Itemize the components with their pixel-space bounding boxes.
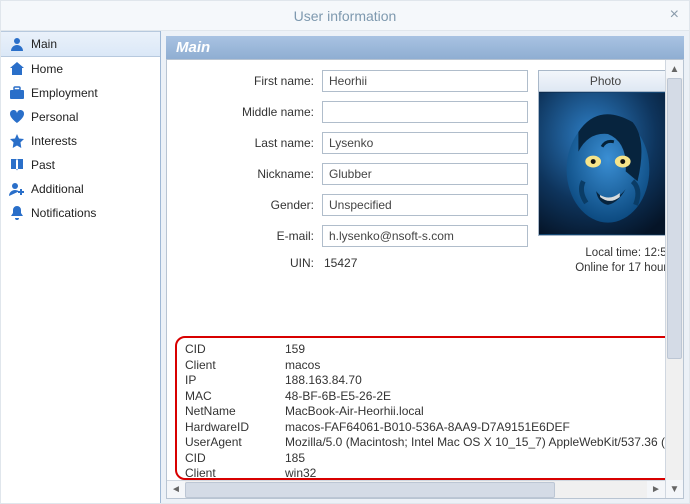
sidebar-item-employment[interactable]: Employment <box>1 81 160 105</box>
briefcase-icon <box>9 85 25 101</box>
detail-row: UserAgentMozilla/5.0 (Macintosh; Intel M… <box>185 435 665 451</box>
sidebar-item-label: Personal <box>31 110 78 124</box>
detail-row: CID185 <box>185 451 665 467</box>
detail-value: 185 <box>285 451 665 467</box>
sidebar-item-notifications[interactable]: Notifications <box>1 201 160 225</box>
sidebar-item-label: Main <box>31 37 57 51</box>
middle-name-label: Middle name: <box>177 105 322 119</box>
panel-title: Main <box>166 36 684 59</box>
sidebar-item-label: Interests <box>31 134 77 148</box>
avatar <box>538 92 673 236</box>
detail-row: Clientwin32 <box>185 466 665 480</box>
connection-details: CID159ClientmacosIP188.163.84.70MAC48-BF… <box>175 336 675 480</box>
sidebar-item-label: Past <box>31 158 55 172</box>
local-time: Local time: 12:57 <box>538 246 673 261</box>
detail-key: Client <box>185 358 285 374</box>
detail-value: 48-BF-6B-E5-26-2E <box>285 389 665 405</box>
detail-key: MAC <box>185 389 285 405</box>
detail-key: CID <box>185 342 285 358</box>
first-name-label: First name: <box>177 74 322 88</box>
detail-row: HardwareIDmacos-FAF64061-B010-536A-8AA9-… <box>185 420 665 436</box>
scroll-right-icon[interactable]: ► <box>647 481 665 499</box>
content-area: Main First name: Middle name: Last name:… <box>161 31 689 503</box>
detail-row: CID159 <box>185 342 665 358</box>
time-info: Local time: 12:57 Online for 17 hours <box>538 246 673 276</box>
detail-row: NetNameMacBook-Air-Heorhii.local <box>185 404 665 420</box>
detail-row: MAC48-BF-6B-E5-26-2E <box>185 389 665 405</box>
vertical-scrollbar[interactable]: ▲ ▼ <box>665 60 683 498</box>
star-icon <box>9 133 25 149</box>
bell-icon <box>9 205 25 221</box>
uin-value: 15427 <box>322 256 357 270</box>
detail-value: 188.163.84.70 <box>285 373 665 389</box>
detail-key: Client <box>185 466 285 480</box>
photo-area: Photo <box>538 70 673 276</box>
sidebar-item-additional[interactable]: Additional <box>1 177 160 201</box>
detail-row: Clientmacos <box>185 358 665 374</box>
person-icon <box>9 36 25 52</box>
sidebar-item-label: Employment <box>31 86 98 100</box>
sidebar-item-past[interactable]: Past <box>1 153 160 177</box>
gender-label: Gender: <box>177 198 322 212</box>
detail-key: IP <box>185 373 285 389</box>
nickname-field[interactable] <box>322 163 528 185</box>
horizontal-scrollbar[interactable]: ◄ ► <box>167 480 665 498</box>
detail-key: CID <box>185 451 285 467</box>
panel-body: First name: Middle name: Last name: Nick… <box>166 59 684 499</box>
sidebar-item-label: Home <box>31 62 63 76</box>
detail-value: win32 <box>285 466 665 480</box>
book-icon <box>9 157 25 173</box>
scroll-down-icon[interactable]: ▼ <box>666 480 683 498</box>
vscroll-thumb[interactable] <box>667 78 682 359</box>
window-title: User information <box>294 8 397 24</box>
online-duration: Online for 17 hours <box>538 261 673 276</box>
sidebar-item-label: Additional <box>31 182 84 196</box>
sidebar-item-home[interactable]: Home <box>1 57 160 81</box>
sidebar: Main Home Employment Personal Interests Past A… <box>1 31 161 503</box>
home-icon <box>9 61 25 77</box>
hscroll-thumb[interactable] <box>185 482 555 498</box>
email-field[interactable] <box>322 225 528 247</box>
uin-label: UIN: <box>177 256 322 270</box>
close-icon[interactable]: × <box>670 6 679 24</box>
gender-field[interactable] <box>322 194 528 216</box>
detail-value: 159 <box>285 342 665 358</box>
photo-button[interactable]: Photo <box>538 70 673 92</box>
heart-icon <box>9 109 25 125</box>
detail-key: HardwareID <box>185 420 285 436</box>
nickname-label: Nickname: <box>177 167 322 181</box>
sidebar-item-interests[interactable]: Interests <box>1 129 160 153</box>
last-name-field[interactable] <box>322 132 528 154</box>
detail-value: MacBook-Air-Heorhii.local <box>285 404 665 420</box>
detail-value: macos <box>285 358 665 374</box>
detail-key: UserAgent <box>185 435 285 451</box>
first-name-field[interactable] <box>322 70 528 92</box>
email-label: E-mail: <box>177 229 322 243</box>
sidebar-item-main[interactable]: Main <box>1 31 160 57</box>
middle-name-field[interactable] <box>322 101 528 123</box>
detail-row: IP188.163.84.70 <box>185 373 665 389</box>
window-titlebar: User information × <box>1 1 689 31</box>
scroll-left-icon[interactable]: ◄ <box>167 481 185 499</box>
person-plus-icon <box>9 181 25 197</box>
detail-key: NetName <box>185 404 285 420</box>
sidebar-item-personal[interactable]: Personal <box>1 105 160 129</box>
scroll-up-icon[interactable]: ▲ <box>666 60 683 78</box>
last-name-label: Last name: <box>177 136 322 150</box>
detail-value: Mozilla/5.0 (Macintosh; Intel Mac OS X 1… <box>285 435 665 451</box>
sidebar-item-label: Notifications <box>31 206 96 220</box>
detail-value: macos-FAF64061-B010-536A-8AA9-D7A9151E6D… <box>285 420 665 436</box>
